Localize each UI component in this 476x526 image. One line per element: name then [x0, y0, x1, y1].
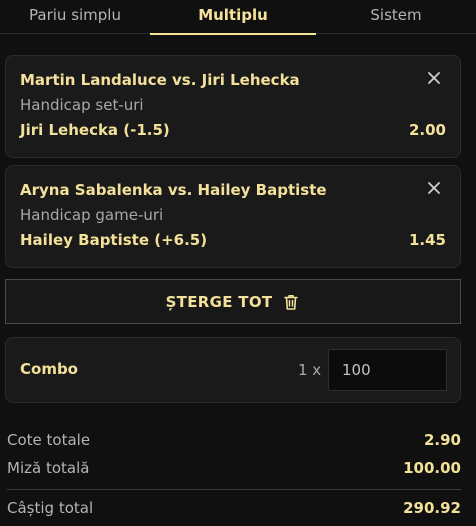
total-odds-row: Cote totale 2.90: [7, 431, 461, 455]
bet-event-name: Aryna Sabalenka vs. Hailey Baptiste: [20, 181, 327, 199]
combo-label: Combo: [20, 360, 78, 378]
tab-system[interactable]: Sistem: [316, 0, 476, 34]
bet-selection: Jiri Lehecka (-1.5): [20, 121, 170, 139]
bet-type-tabs: Pariu simplu Multiplu Sistem: [0, 0, 476, 35]
tab-multiple[interactable]: Multiplu: [150, 0, 316, 35]
total-odds-label: Cote totale: [7, 431, 91, 449]
bet-odds: 1.45: [408, 231, 446, 249]
close-icon[interactable]: [426, 180, 442, 196]
total-stake-label: Miză totală: [7, 459, 90, 477]
combo-multiplier: 1 x: [298, 361, 322, 379]
bet-event-name: Martin Landaluce vs. Jiri Lehecka: [20, 71, 300, 89]
total-win-label: Câștig total: [7, 499, 94, 517]
tab-single[interactable]: Pariu simplu: [0, 0, 150, 34]
bet-selection: Hailey Baptiste (+6.5): [20, 231, 208, 249]
total-win-row: Câștig total 290.92: [7, 499, 461, 523]
close-icon[interactable]: [426, 70, 442, 86]
bet-slip-item: Martin Landaluce vs. Jiri Lehecka Handic…: [5, 55, 461, 158]
trash-icon: [284, 294, 299, 310]
bet-market-name: Handicap set-uri: [20, 96, 144, 114]
clear-all-button[interactable]: ȘTERGE TOT: [5, 279, 461, 324]
total-win-value: 290.92: [403, 499, 461, 517]
total-stake-value: 100.00: [403, 459, 461, 477]
total-odds-value: 2.90: [423, 431, 461, 449]
combo-stake-row: Combo 1 x: [5, 337, 461, 403]
clear-all-label: ȘTERGE TOT: [165, 292, 273, 311]
bet-market-name: Handicap game-uri: [20, 206, 164, 224]
stake-input[interactable]: [328, 349, 447, 391]
bet-odds: 2.00: [408, 121, 446, 139]
summary-divider: [7, 489, 461, 490]
bet-slip-item: Aryna Sabalenka vs. Hailey Baptiste Hand…: [5, 165, 461, 268]
total-stake-row: Miză totală 100.00: [7, 459, 461, 483]
